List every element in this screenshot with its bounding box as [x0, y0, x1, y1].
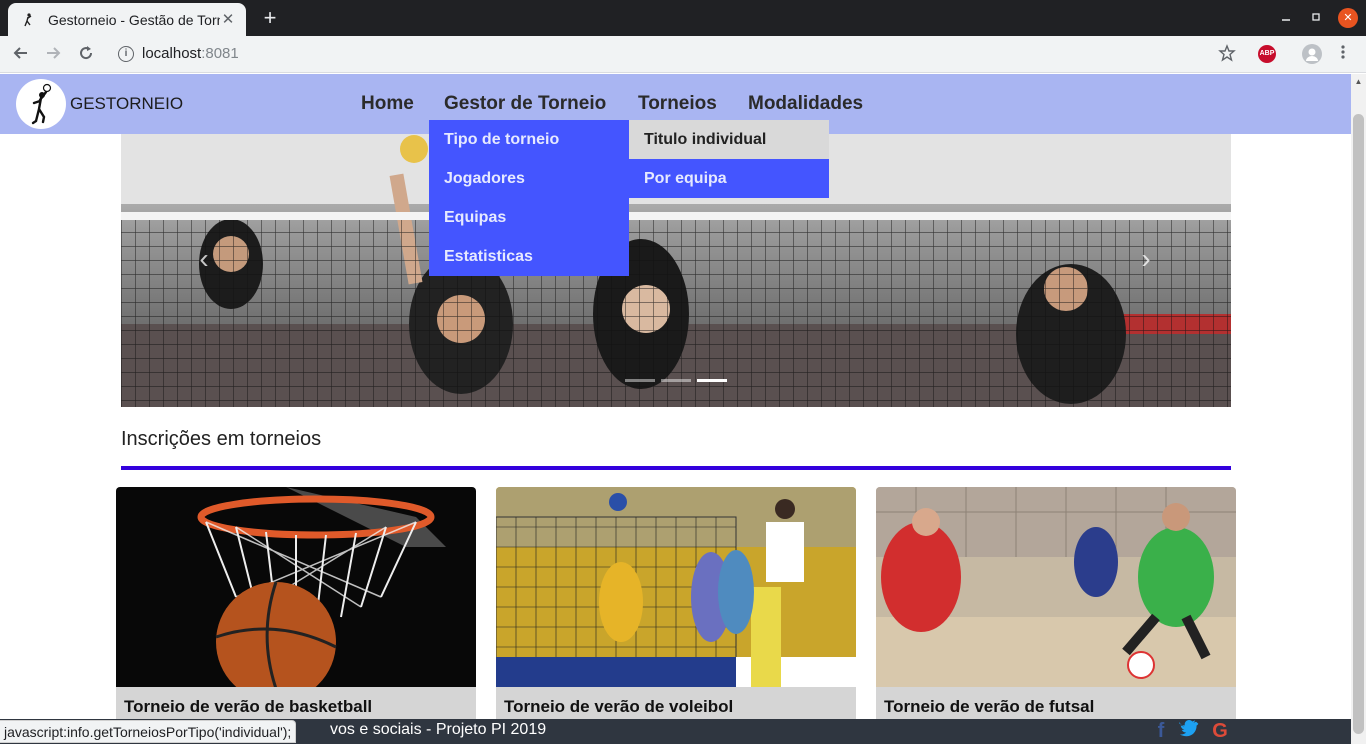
gestorneio-logo[interactable]: [16, 79, 66, 129]
url-text: localhost:8081: [142, 45, 239, 62]
nav-modalidades[interactable]: Modalidades: [748, 93, 863, 115]
forward-arrow-icon[interactable]: [42, 44, 64, 66]
basketball-hoop-photo: [116, 487, 476, 687]
carousel-next-button[interactable]: ›: [1131, 244, 1161, 274]
status-bar-link: javascript:info.getTorneiosPorTipo('indi…: [0, 720, 297, 743]
futsal-match-photo: [876, 487, 1236, 687]
browser-menu-icon[interactable]: [1338, 44, 1348, 64]
browser-tab[interactable]: Gestorneio - Gestão de Torneios ✕: [8, 3, 246, 36]
gestor-dropdown-menu: Tipo de torneio Jogadores Equipas Estati…: [429, 120, 629, 276]
section-title: Inscrições em torneios: [121, 428, 322, 450]
tab-close-icon[interactable]: ✕: [220, 12, 236, 28]
google-icon[interactable]: G: [1209, 720, 1231, 742]
back-arrow-icon[interactable]: [10, 44, 32, 66]
carousel-indicator[interactable]: [625, 379, 655, 382]
bookmark-star-icon[interactable]: [1216, 44, 1238, 66]
window-close-icon[interactable]: ✕: [1338, 8, 1358, 28]
reload-icon[interactable]: [75, 44, 97, 66]
section-divider: [121, 466, 1231, 470]
browser-tab-strip: Gestorneio - Gestão de Torneios ✕ + ✕: [0, 0, 1366, 36]
menu-item-estatisticas[interactable]: Estatisticas: [429, 237, 629, 276]
adblock-extension-icon[interactable]: ABP: [1258, 45, 1276, 63]
carousel-indicator[interactable]: [661, 379, 691, 382]
footer-text: vos e sociais - Projeto PI 2019: [330, 721, 547, 738]
profile-avatar-icon[interactable]: [1302, 44, 1322, 64]
menu-item-equipas[interactable]: Equipas: [429, 198, 629, 237]
menu-item-titulo-individual[interactable]: Titulo individual: [629, 120, 829, 159]
menu-item-tipo-de-torneio[interactable]: Tipo de torneio: [429, 120, 629, 159]
browser-toolbar: i localhost:8081 ABP: [0, 36, 1366, 73]
maximize-icon[interactable]: [1306, 8, 1326, 28]
tab-title: Gestorneio - Gestão de Torneios: [48, 11, 220, 28]
tournament-card-volleyball[interactable]: Torneio de verão de voleibol: [496, 487, 856, 727]
nav-gestor-de-torneio[interactable]: Gestor de Torneio: [444, 93, 606, 115]
scrollbar-thumb[interactable]: [1353, 114, 1364, 734]
new-tab-button[interactable]: +: [258, 6, 282, 30]
menu-item-por-equipa[interactable]: Por equipa: [629, 159, 829, 198]
site-info-icon[interactable]: i: [118, 46, 134, 62]
facebook-icon[interactable]: f: [1150, 720, 1172, 742]
minimize-icon[interactable]: [1276, 8, 1296, 28]
tournament-card-futsal[interactable]: Torneio de verão de futsal: [876, 487, 1236, 727]
nav-torneios[interactable]: Torneios: [638, 93, 717, 115]
carousel-indicator-active[interactable]: [697, 379, 727, 382]
page-scrollbar[interactable]: ▲: [1351, 74, 1366, 744]
twitter-icon[interactable]: [1178, 720, 1200, 742]
scroll-up-icon[interactable]: ▲: [1351, 74, 1366, 89]
page-viewport: GESTORNEIO Home Gestor de Torneio Tornei…: [0, 74, 1351, 744]
site-brand[interactable]: GESTORNEIO: [70, 94, 183, 114]
volleyball-player-icon: [20, 12, 36, 28]
carousel-prev-button[interactable]: ‹: [189, 244, 219, 274]
address-bar[interactable]: i localhost:8081: [110, 40, 1250, 68]
tournament-card-basketball[interactable]: Torneio de verão de basketball: [116, 487, 476, 727]
volleyball-match-photo: [496, 487, 856, 687]
menu-item-jogadores[interactable]: Jogadores: [429, 159, 629, 198]
torneios-dropdown-menu: Titulo individual Por equipa: [629, 120, 829, 198]
nav-home[interactable]: Home: [361, 93, 414, 115]
